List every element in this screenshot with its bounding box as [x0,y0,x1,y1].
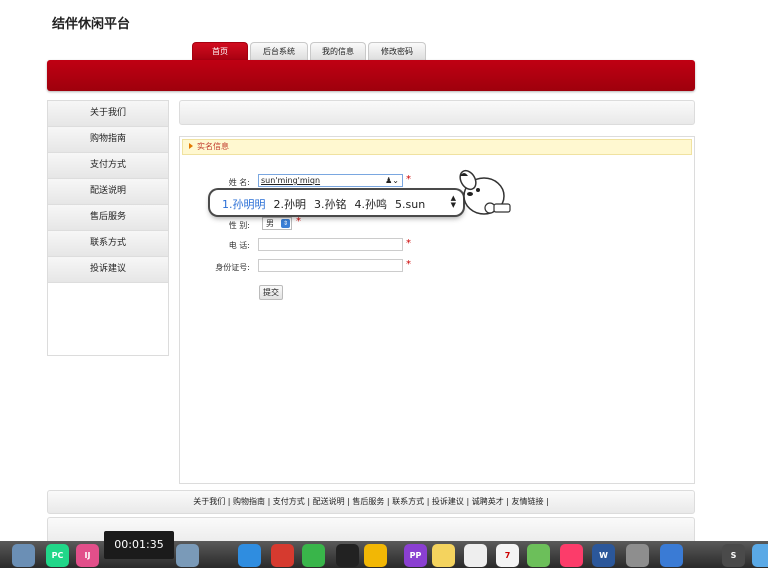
gender-label: 性 别: [228,221,250,230]
qq-icon[interactable] [336,544,359,567]
gender-select-value: 男 [266,219,274,228]
section-header: 实名信息 [182,139,692,155]
sidebar-item-shopping-guide[interactable]: 购物指南 [48,127,168,153]
section-title: 实名信息 [197,142,229,151]
music-icon[interactable] [560,544,583,567]
main-tabs: 首页 后台系统 我的信息 修改密码 [192,42,428,61]
name-required-mark: * [406,174,411,185]
tab-change-password[interactable]: 修改密码 [368,42,426,61]
launchpad-icon[interactable] [12,544,35,567]
maps-icon[interactable] [527,544,550,567]
pycharm-icon[interactable]: PC [46,544,69,567]
triangle-right-icon [189,143,193,149]
sidebar-item-after-sales[interactable]: 售后服务 [48,205,168,231]
baidu-netdisk-icon[interactable] [660,544,683,567]
id-number-label: 身份证号: [215,263,250,272]
header-red-bar [47,60,695,91]
ime-mascot-dog-icon [459,169,511,215]
site-title: 结伴休闲平台 [52,17,131,32]
intellij-icon[interactable]: IJ [76,544,99,567]
sync-icon[interactable] [364,544,387,567]
phone-label: 电 话: [228,241,250,250]
name-field[interactable]: sun'ming'miqn ♟⌄ [258,174,403,187]
tab-admin-system[interactable]: 后台系统 [250,42,308,61]
contact-card-icon[interactable]: ♟⌄ [385,175,399,186]
sidebar-item-complaints[interactable]: 投诉建议 [48,257,168,283]
submit-button[interactable]: 提交 [259,285,283,300]
wechat-icon[interactable] [302,544,325,567]
ime-candidate[interactable]: 2.孙明 [274,198,307,211]
sidebar-item-delivery[interactable]: 配送说明 [48,179,168,205]
finder-icon[interactable] [752,544,768,567]
ime-candidate[interactable]: 3.孙铭 [314,198,347,211]
main-content: 实名信息 [179,136,695,484]
id-number-field[interactable] [258,259,403,272]
redis-icon[interactable] [271,544,294,567]
ime-candidate-window: 1.孙明明 2.孙明 3.孙铭 4.孙鸣 5.sun ▲ ▼ [210,190,463,215]
tab-my-info[interactable]: 我的信息 [310,42,366,61]
sidebar-item-about[interactable]: 关于我们 [48,101,168,127]
content-top-bar [179,100,695,125]
calendar-icon[interactable]: 7 [496,544,519,567]
name-field-value: sun'ming'miqn [261,176,321,185]
ime-candidate-list: 1.孙明明 2.孙明 3.孙铭 4.孙鸣 5.sun [222,196,433,212]
ime-candidate[interactable]: 1.孙明明 [222,198,266,211]
textedit-icon[interactable] [464,544,487,567]
sidebar: 关于我们 购物指南 支付方式 配送说明 售后服务 联系方式 投诉建议 [47,100,169,356]
sidebar-item-contact[interactable]: 联系方式 [48,231,168,257]
gender-required-mark: * [296,216,301,227]
select-arrows-icon: ⇕ [281,219,290,228]
ime-candidate[interactable]: 4.孙鸣 [355,198,388,211]
page: 结伴休闲平台 首页 后台系统 我的信息 修改密码 关于我们 购物指南 支付方式 … [0,0,768,568]
id-number-required-mark: * [406,259,411,270]
database-icon[interactable] [176,544,199,567]
phone-field[interactable] [258,238,403,251]
name-label: 姓 名: [228,178,250,187]
safari-icon[interactable] [238,544,261,567]
word-icon[interactable]: W [592,544,615,567]
system-preferences-icon[interactable] [626,544,649,567]
sidebar-item-payment[interactable]: 支付方式 [48,153,168,179]
gender-select[interactable]: 男 ⇕ [262,217,292,230]
sublime-icon[interactable]: S [722,544,745,567]
footer-links[interactable]: 关于我们 | 购物指南 | 支付方式 | 配送说明 | 售后服务 | 联系方式 … [47,490,695,514]
ime-candidate[interactable]: 5.sun [395,198,425,211]
tab-home[interactable]: 首页 [192,42,248,61]
notes-icon[interactable] [432,544,455,567]
phpstorm-icon[interactable]: PP [404,544,427,567]
video-timestamp: 00:01:35 [104,531,174,559]
phone-required-mark: * [406,238,411,249]
